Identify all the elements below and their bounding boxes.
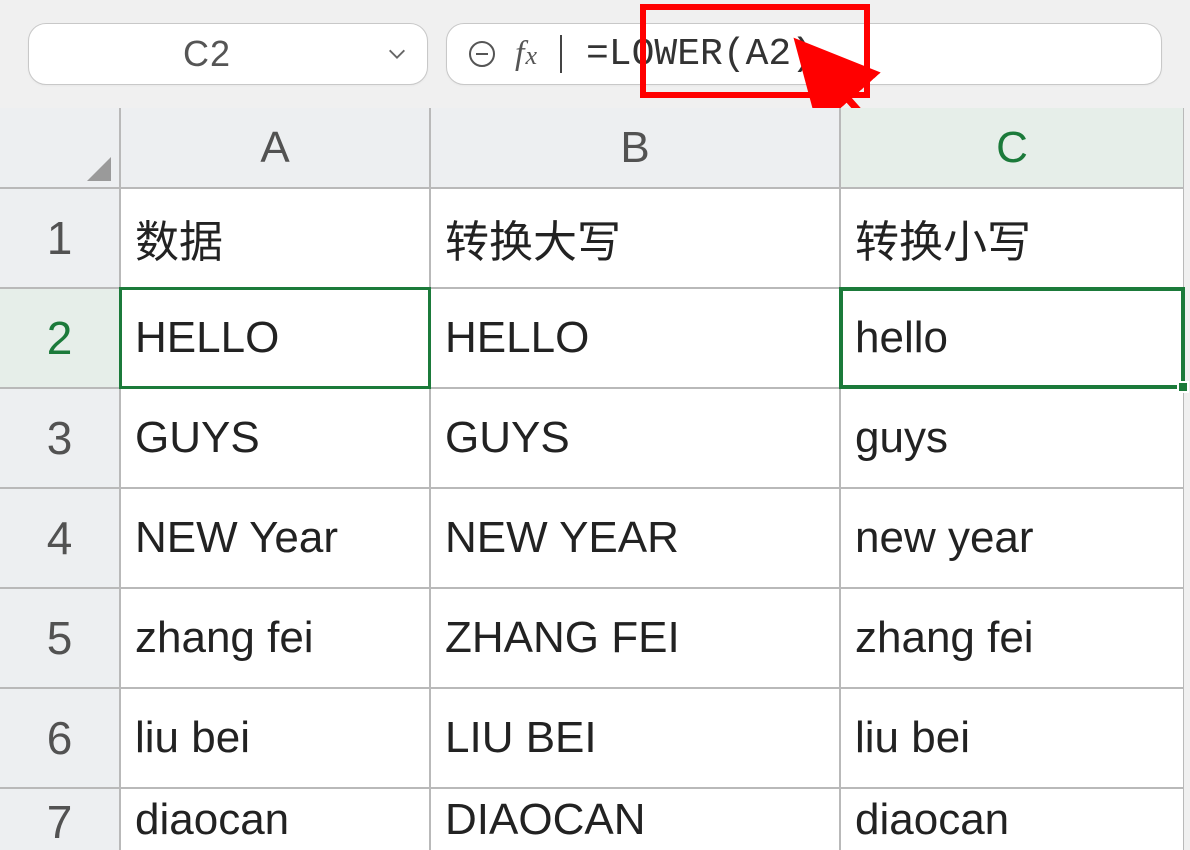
cancel-formula-icon[interactable]: [465, 37, 499, 71]
formula-bar[interactable]: fx =LOWER(A2): [446, 23, 1162, 85]
cell-a1[interactable]: 数据: [120, 188, 430, 288]
select-all-corner[interactable]: [0, 108, 120, 188]
col-header-b[interactable]: B: [430, 108, 840, 188]
spreadsheet-grid[interactable]: A B C 1 数据 转换大写 转换小写 2 HELLO HELLO hello…: [0, 108, 1186, 850]
row-header-6[interactable]: 6: [0, 688, 120, 788]
chevron-down-icon[interactable]: [385, 42, 409, 66]
cell-a4[interactable]: NEW Year: [120, 488, 430, 588]
row-header-7[interactable]: 7: [0, 788, 120, 850]
cell-b5[interactable]: ZHANG FEI: [430, 588, 840, 688]
cell-b7[interactable]: DIAOCAN: [430, 788, 840, 850]
cell-b1[interactable]: 转换大写: [430, 188, 840, 288]
cell-b4[interactable]: NEW YEAR: [430, 488, 840, 588]
row-header-5[interactable]: 5: [0, 588, 120, 688]
cell-a2[interactable]: HELLO: [120, 288, 430, 388]
cell-a7[interactable]: diaocan: [120, 788, 430, 850]
row-header-3[interactable]: 3: [0, 388, 120, 488]
cell-c7[interactable]: diaocan: [840, 788, 1184, 850]
cell-c6[interactable]: liu bei: [840, 688, 1184, 788]
cell-a3[interactable]: GUYS: [120, 388, 430, 488]
text-cursor: [560, 35, 562, 73]
fx-icon[interactable]: fx: [515, 35, 544, 73]
cell-c5[interactable]: zhang fei: [840, 588, 1184, 688]
fill-handle[interactable]: [1177, 381, 1189, 393]
name-box[interactable]: C2: [28, 23, 428, 85]
cell-a5[interactable]: zhang fei: [120, 588, 430, 688]
cell-b3[interactable]: GUYS: [430, 388, 840, 488]
row-header-4[interactable]: 4: [0, 488, 120, 588]
row-header-1[interactable]: 1: [0, 188, 120, 288]
cell-c3[interactable]: guys: [840, 388, 1184, 488]
cell-a6[interactable]: liu bei: [120, 688, 430, 788]
cell-b2[interactable]: HELLO: [430, 288, 840, 388]
cell-b6[interactable]: LIU BEI: [430, 688, 840, 788]
row-header-2[interactable]: 2: [0, 288, 120, 388]
formula-toolbar: C2 fx =LOWER(A2): [0, 20, 1190, 88]
col-header-a[interactable]: A: [120, 108, 430, 188]
cell-c2[interactable]: hello: [840, 288, 1184, 388]
formula-text: =LOWER(A2): [586, 33, 814, 76]
cell-c1[interactable]: 转换小写: [840, 188, 1184, 288]
col-header-c[interactable]: C: [840, 108, 1184, 188]
cell-c4[interactable]: new year: [840, 488, 1184, 588]
name-box-value: C2: [29, 33, 385, 75]
